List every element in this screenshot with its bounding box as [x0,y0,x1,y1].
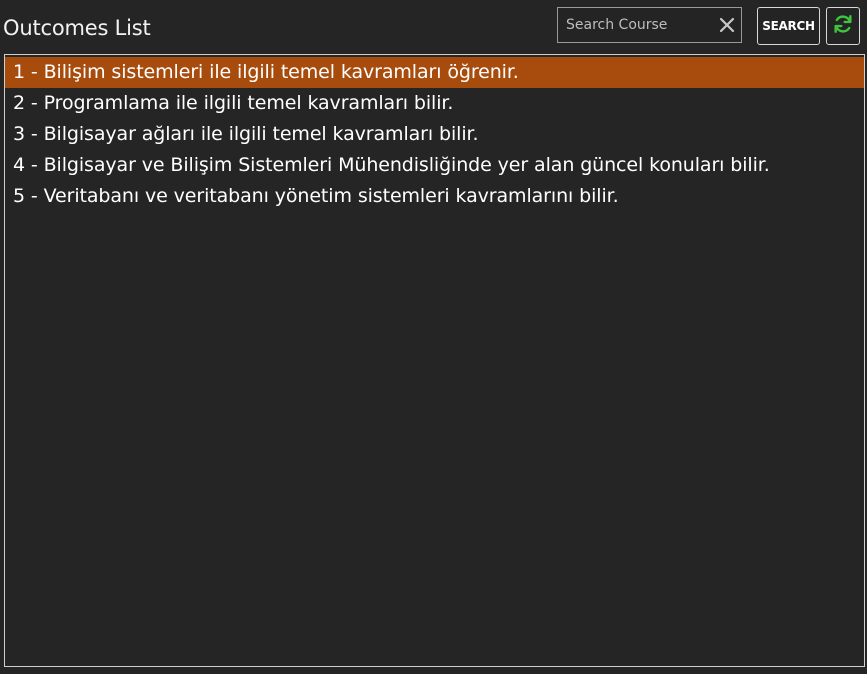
page-title: Outcomes List [3,16,151,40]
close-icon[interactable] [719,17,735,33]
list-item[interactable]: 4 - Bilgisayar ve Bilişim Sistemleri Müh… [5,150,864,181]
list-item[interactable]: 2 - Programlama ile ilgili temel kavraml… [5,88,864,119]
search-box [557,7,742,43]
outcomes-list: 1 - Bilişim sistemleri ile ilgili temel … [4,54,865,667]
outcomes-list-items: 1 - Bilişim sistemleri ile ilgili temel … [5,55,864,212]
refresh-button[interactable] [826,7,860,45]
list-item[interactable]: 1 - Bilişim sistemleri ile ilgili temel … [5,57,864,88]
list-item[interactable]: 3 - Bilgisayar ağları ile ilgili temel k… [5,119,864,150]
outcomes-window: Outcomes List SEARCH 1 - Bilişim sisteml… [0,0,867,674]
refresh-icon [832,13,854,39]
search-button[interactable]: SEARCH [757,7,820,45]
search-input[interactable] [558,8,708,42]
list-item[interactable]: 5 - Veritabanı ve veritabanı yönetim sis… [5,181,864,212]
